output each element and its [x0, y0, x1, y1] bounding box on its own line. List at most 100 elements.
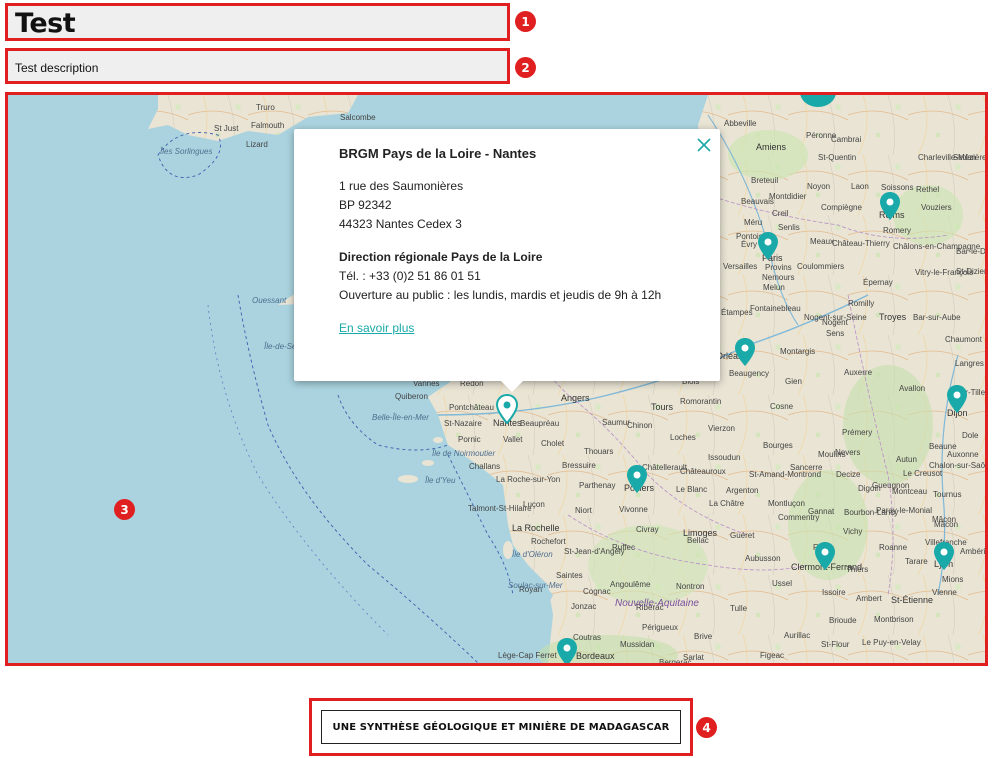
- map-label: Gien: [785, 377, 802, 386]
- map-label: Bordeaux: [576, 651, 615, 661]
- map-label: La Roche-sur-Yon: [496, 475, 561, 484]
- map-label: Versailles: [723, 262, 758, 271]
- map-label: St-Quentin: [818, 153, 857, 162]
- map-label: Noyon: [807, 182, 831, 191]
- map-label: St-Étienne: [891, 595, 934, 605]
- map-label: Bar-sur-Aube: [913, 313, 961, 322]
- map-label: Niort: [575, 506, 592, 515]
- map-label: Vienne: [932, 588, 957, 597]
- madagascar-synthesis-button[interactable]: UNE SYNTHÈSE GÉOLOGIQUE ET MINIÈRE DE MA…: [321, 710, 681, 744]
- map-label: Étampes: [721, 308, 753, 317]
- map-label: Laon: [851, 182, 869, 191]
- map-label: Île d'Yeu: [425, 476, 456, 485]
- map-pin-lyon[interactable]: [933, 541, 955, 571]
- popup-hours: Ouverture au public : les lundis, mardis…: [339, 288, 662, 302]
- map-label: Angers: [561, 393, 590, 403]
- popup-more-link[interactable]: En savoir plus: [339, 321, 414, 335]
- map-label: La Rochelle: [512, 523, 560, 533]
- map-label: Senlis: [778, 223, 800, 232]
- annotation-marker-2: 2: [515, 57, 536, 78]
- map-label: Sens: [826, 329, 845, 338]
- map-pin-dijon[interactable]: [946, 384, 968, 414]
- map-label: Vichy: [843, 527, 863, 536]
- map-label: Issoudun: [708, 453, 741, 462]
- map-label: Truro: [256, 103, 275, 112]
- map-pin-poitiers[interactable]: [626, 464, 648, 494]
- annotation-marker-3: 3: [114, 499, 135, 520]
- map-label: Bar-le-Duc: [956, 247, 986, 256]
- popup-address-line3: 44323 Nantes Cedex 3: [339, 217, 462, 231]
- map-pin-bordeaux[interactable]: [556, 637, 578, 666]
- map-label: Roanne: [879, 543, 908, 552]
- map-label: Nemours: [762, 273, 795, 282]
- map-label: Thiers: [846, 565, 869, 574]
- map-label: Avallon: [899, 384, 926, 393]
- map-label: Sarlat: [683, 653, 704, 662]
- map-label: Brive: [694, 632, 713, 641]
- page-description-box: Test description: [5, 48, 510, 84]
- map-label: Belle-Île-en-Mer: [372, 413, 429, 422]
- popup-address-line1: 1 rue des Saumonières: [339, 179, 464, 193]
- map-label: Nontron: [676, 582, 705, 591]
- map-label: Brioude: [829, 616, 857, 625]
- map-label: Cholet: [541, 439, 565, 448]
- map-label: Vouziers: [921, 203, 952, 212]
- map-label: Challans: [469, 462, 501, 471]
- map-label: Château-Thierry: [832, 239, 890, 248]
- map-label: Périgueux: [642, 623, 679, 632]
- map-label: Compiègne: [821, 203, 862, 212]
- map-label: Autun: [896, 455, 917, 464]
- map-label: Nogent-sur-Seine: [804, 313, 867, 322]
- map-pin-nantes[interactable]: [496, 394, 518, 424]
- map-label: Quiberon: [395, 392, 428, 401]
- map-label: Bourges: [763, 441, 793, 450]
- map-label: Montargis: [780, 347, 816, 356]
- map-box[interactable]: Truro Falmouth St Just Lizard Salcombe Î…: [5, 92, 988, 666]
- map-label: Fontainebleau: [750, 304, 801, 313]
- map-pin-paris[interactable]: [757, 231, 779, 261]
- map-label: Chaumont: [945, 335, 982, 344]
- map-label: Beaupréau: [520, 419, 560, 428]
- map-label: Falmouth: [251, 121, 285, 130]
- map-label: Évry: [741, 240, 757, 249]
- map-label: Rethel: [916, 185, 940, 194]
- map-label: Ambérieu: [960, 547, 986, 556]
- map-label: Aurillac: [784, 631, 811, 640]
- location-popup: BRGM Pays de la Loire - Nantes 1 rue des…: [294, 129, 720, 392]
- map-label: Provins: [765, 263, 792, 272]
- map-label: Creil: [772, 209, 789, 218]
- map-label: Cosne: [770, 402, 794, 411]
- map-label: Ruffec: [612, 543, 635, 552]
- map-label: Saintes: [556, 571, 583, 580]
- map-label: Montdidier: [769, 192, 807, 201]
- map-label: Mions: [942, 575, 964, 584]
- map-label: Tulle: [730, 604, 748, 613]
- map-label: Melun: [763, 283, 785, 292]
- map-label: Méru: [744, 218, 763, 227]
- map-label: Auxonne: [947, 450, 979, 459]
- map-label: Sancerre: [790, 463, 823, 472]
- popup-phone: Tél. : +33 (0)2 51 86 01 51: [339, 269, 481, 283]
- map-label: St Just: [214, 124, 239, 133]
- annotation-marker-4: 4: [696, 717, 717, 738]
- map-label: St-Nazaire: [444, 419, 482, 428]
- map-pin-reims[interactable]: [879, 191, 901, 221]
- map-label: Île d'Oléron: [512, 550, 553, 559]
- map-label: Chinon: [627, 421, 653, 430]
- map-pin-orleans[interactable]: [734, 337, 756, 367]
- close-icon[interactable]: [696, 137, 712, 153]
- map-label: Troyes: [879, 312, 907, 322]
- popup-pointer: [501, 381, 523, 392]
- map-label: Romery: [883, 226, 912, 235]
- map-label: Tarare: [905, 557, 928, 566]
- map-label: Bellac: [687, 536, 709, 545]
- map-label: Beaugency: [729, 369, 770, 378]
- map-label: Civray: [636, 525, 659, 534]
- map-pin-clermont-ferrand[interactable]: [814, 541, 836, 571]
- map-label: Montluçon: [768, 499, 805, 508]
- map-label: La Châtre: [709, 499, 745, 508]
- map-label: St-Flour: [821, 640, 850, 649]
- map-label: Guéret: [730, 531, 755, 540]
- map-label: Breteuil: [751, 176, 779, 185]
- map-label: Thouars: [584, 447, 614, 456]
